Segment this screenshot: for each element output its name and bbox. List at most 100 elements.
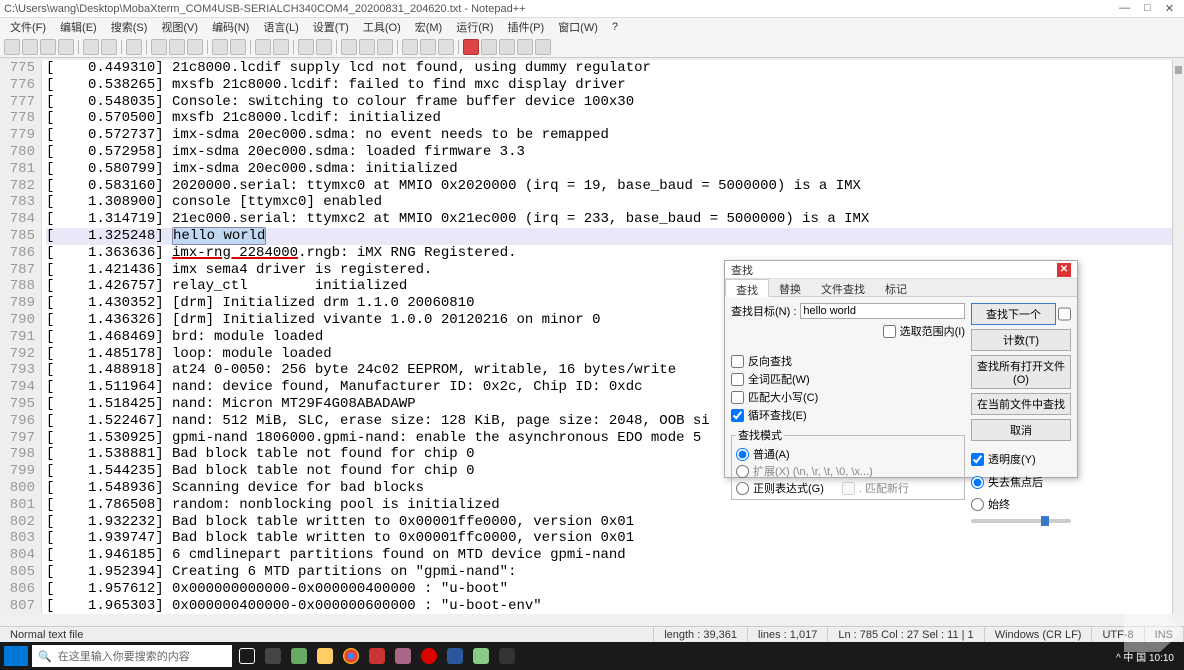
menu-run[interactable]: 运行(R) (450, 19, 499, 35)
paste-icon[interactable] (187, 39, 203, 55)
menu-language[interactable]: 语言(L) (257, 19, 304, 35)
close-file-icon[interactable] (83, 39, 99, 55)
task-view-icon[interactable] (236, 645, 258, 667)
file-explorer-icon[interactable] (314, 645, 336, 667)
menu-help[interactable]: ? (606, 21, 624, 33)
run-multi-macro-icon[interactable] (517, 39, 533, 55)
close-all-icon[interactable] (101, 39, 117, 55)
print-icon[interactable] (126, 39, 142, 55)
find-all-open-button[interactable]: 查找所有打开文件(O) (971, 355, 1071, 389)
status-position: Ln : 785 Col : 27 Sel : 11 | 1 (828, 627, 984, 642)
chk-wrap[interactable] (731, 409, 744, 422)
save-all-icon[interactable] (58, 39, 74, 55)
chrome-icon[interactable] (340, 645, 362, 667)
word-icon[interactable] (444, 645, 466, 667)
chk-whole-word-label: 全词匹配(W) (748, 371, 810, 387)
taskbar-search[interactable]: 🔍 在这里输入你要搜索的内容 (32, 645, 232, 667)
menu-search[interactable]: 搜索(S) (105, 19, 154, 35)
tab-mark[interactable]: 标记 (875, 279, 917, 296)
chk-match-case[interactable] (731, 391, 744, 404)
menu-window[interactable]: 窗口(W) (552, 19, 604, 35)
window-maximize-icon[interactable]: □ (1144, 2, 1151, 15)
scrollbar-thumb[interactable] (1175, 66, 1182, 74)
redo-icon[interactable] (230, 39, 246, 55)
dialog-title: 查找 (731, 262, 753, 278)
tab-find[interactable]: 查找 (725, 279, 769, 297)
cut-icon[interactable] (151, 39, 167, 55)
doc-map-icon[interactable] (420, 39, 436, 55)
find-target-input[interactable] (800, 303, 965, 319)
window-title: C:\Users\wang\Desktop\MobaXterm_COM4USB-… (4, 3, 526, 15)
radio-extended[interactable] (736, 465, 749, 478)
tab-find-in-files[interactable]: 文件查找 (811, 279, 875, 296)
tab-replace[interactable]: 替换 (769, 279, 811, 296)
menu-view[interactable]: 视图(V) (155, 19, 204, 35)
open-file-icon[interactable] (22, 39, 38, 55)
start-button[interactable] (4, 646, 28, 666)
menu-encoding[interactable]: 编码(N) (206, 19, 255, 35)
dialog-close-icon[interactable]: ✕ (1057, 263, 1071, 277)
chk-dot-newline-label: . 匹配新行 (859, 480, 909, 496)
app-2-icon[interactable] (288, 645, 310, 667)
status-length: length : 39,361 (654, 627, 748, 642)
radio-regex-label: 正则表达式(G) (753, 480, 824, 496)
all-chars-icon[interactable] (359, 39, 375, 55)
new-file-icon[interactable] (4, 39, 20, 55)
menu-edit[interactable]: 编辑(E) (54, 19, 103, 35)
chk-in-selection[interactable] (883, 325, 896, 338)
radio-always-label: 始终 (988, 496, 1010, 512)
count-button[interactable]: 计数(T) (971, 329, 1071, 351)
chk-transparent[interactable] (971, 453, 984, 466)
toolbar (0, 36, 1184, 58)
window-close-icon[interactable]: ✕ (1165, 2, 1174, 15)
menu-file[interactable]: 文件(F) (4, 19, 52, 35)
cancel-button[interactable]: 取消 (971, 419, 1071, 441)
save-icon[interactable] (40, 39, 56, 55)
record-icon[interactable] (418, 645, 440, 667)
menubar: 文件(F) 编辑(E) 搜索(S) 视图(V) 编码(N) 语言(L) 设置(T… (0, 18, 1184, 36)
find-all-current-button[interactable]: 在当前文件中查找 (971, 393, 1071, 415)
dialog-titlebar[interactable]: 查找 ✕ (725, 261, 1077, 279)
menu-plugins[interactable]: 插件(P) (502, 19, 551, 35)
radio-always[interactable] (971, 498, 984, 511)
wordwrap-icon[interactable] (341, 39, 357, 55)
app-red-icon[interactable] (366, 645, 388, 667)
window-minimize-icon[interactable]: — (1119, 2, 1130, 15)
find-target-label: 查找目标(N) : (731, 303, 796, 319)
app-purple-icon[interactable] (392, 645, 414, 667)
copy-icon[interactable] (169, 39, 185, 55)
notepadpp-icon[interactable] (470, 645, 492, 667)
taskbar-search-placeholder: 在这里输入你要搜索的内容 (58, 648, 190, 664)
menu-tools[interactable]: 工具(O) (357, 19, 407, 35)
stop-macro-icon[interactable] (481, 39, 497, 55)
find-next-button[interactable]: 查找下一个 (971, 303, 1056, 325)
radio-normal-label: 普通(A) (753, 446, 790, 462)
transparency-slider[interactable] (971, 519, 1071, 523)
zoom-in-icon[interactable] (298, 39, 314, 55)
status-filetype: Normal text file (0, 627, 654, 642)
record-macro-icon[interactable] (463, 39, 479, 55)
play-macro-icon[interactable] (499, 39, 515, 55)
save-macro-icon[interactable] (535, 39, 551, 55)
zoom-out-icon[interactable] (316, 39, 332, 55)
line-number-gutter: 775 776 777 778 779 780 781 782 783 784 … (0, 60, 42, 614)
menu-settings[interactable]: 设置(T) (307, 19, 355, 35)
menu-macro[interactable]: 宏(M) (409, 19, 449, 35)
undo-icon[interactable] (212, 39, 228, 55)
folder-icon[interactable] (402, 39, 418, 55)
vertical-scrollbar[interactable] (1172, 60, 1184, 614)
chk-whole-word[interactable] (731, 373, 744, 386)
indent-guide-icon[interactable] (377, 39, 393, 55)
find-icon[interactable] (255, 39, 271, 55)
app-1-icon[interactable] (262, 645, 284, 667)
radio-normal[interactable] (736, 448, 749, 461)
chk-match-case-label: 匹配大小写(C) (748, 389, 818, 405)
func-list-icon[interactable] (438, 39, 454, 55)
radio-on-lose-focus[interactable] (971, 476, 984, 489)
replace-icon[interactable] (273, 39, 289, 55)
chk-wrap-label: 循环查找(E) (748, 407, 807, 423)
terminal-icon[interactable] (496, 645, 518, 667)
radio-regex[interactable] (736, 482, 749, 495)
chk-backward[interactable] (731, 355, 744, 368)
find-next-lock[interactable] (1058, 303, 1071, 325)
